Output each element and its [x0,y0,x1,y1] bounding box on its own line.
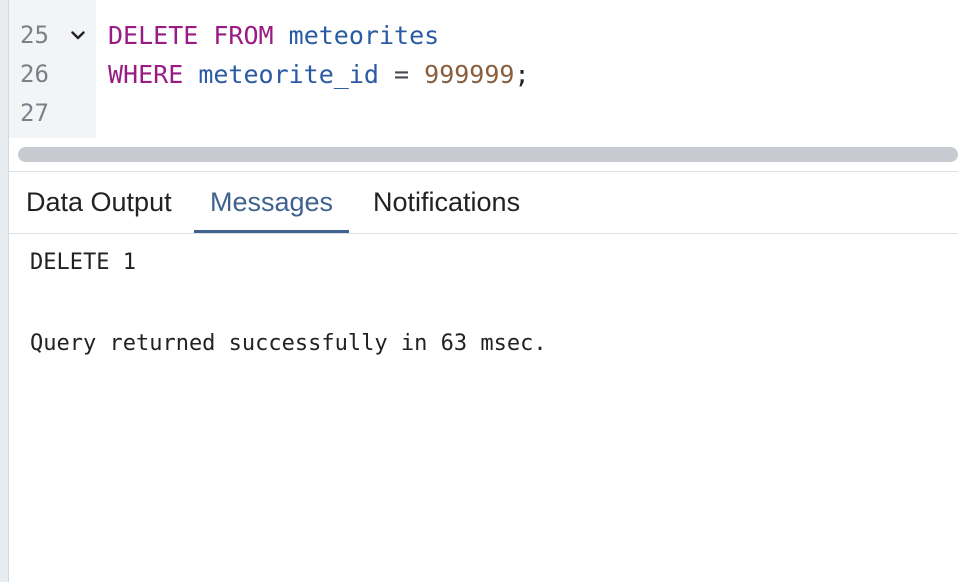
keyword-where: WHERE [108,60,184,89]
messages-panel: DELETE 1 Query returned successfully in … [9,234,958,582]
table-identifier: meteorites [288,21,440,50]
number-literal: 999999 [424,60,515,89]
tab-messages[interactable]: Messages [194,172,350,233]
equals-operator: = [394,60,410,89]
keyword-from: FROM [213,21,274,50]
line-number: 27 [20,99,49,127]
keyword-delete: DELETE [108,21,199,50]
sql-editor[interactable]: 24 25 DELETE FROM meteorites 26 WHERE me… [9,0,958,140]
panel-left-border [0,0,9,582]
code-text: WHERE meteorite_id = 999999; [108,55,530,94]
tab-notifications[interactable]: Notifications [357,172,536,233]
line-number-24-partial: 24 [29,0,58,3]
results-tab-bar: Data Output Messages Notifications [9,172,958,234]
semicolon: ; [514,60,530,89]
code-line-26[interactable]: 26 WHERE meteorite_id = 999999; [9,55,958,94]
line-number: 25 [20,21,49,49]
column-identifier: meteorite_id [198,60,379,89]
message-delete-result: DELETE 1 [30,250,136,275]
line-number: 26 [20,60,49,88]
tab-data-output[interactable]: Data Output [10,172,188,233]
code-line-27[interactable]: 27 [9,94,958,133]
horizontal-scrollbar[interactable] [9,140,958,172]
code-line-25[interactable]: 25 DELETE FROM meteorites [9,16,958,55]
message-query-success: Query returned successfully in 63 msec. [30,331,547,356]
scrollbar-thumb[interactable] [18,147,958,162]
code-text: DELETE FROM meteorites [108,16,439,55]
